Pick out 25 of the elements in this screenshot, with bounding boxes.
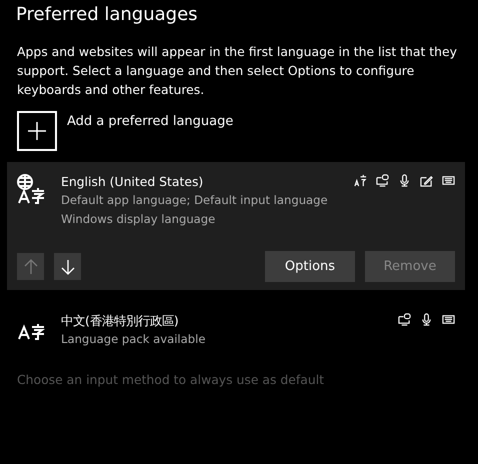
- keyboard-icon: [442, 174, 455, 187]
- page-title: Preferred languages: [16, 4, 199, 25]
- language-item[interactable]: 中文(香港特別行政區) Language pack available: [7, 301, 465, 357]
- add-language-button[interactable]: [17, 111, 57, 151]
- description-text: Apps and websites will appear in the first language in the list that they support. Select a language and then select Options to configure keyboards and other features.: [17, 43, 458, 99]
- language-detail: Language pack available: [61, 331, 206, 348]
- microphone-icon: [420, 313, 433, 326]
- language-icon: [17, 323, 45, 340]
- language-icon: [17, 174, 45, 204]
- keyboard-icon: [442, 313, 455, 326]
- language-name: English (United States): [61, 173, 204, 191]
- move-down-button[interactable]: [54, 253, 81, 280]
- language-detail: Windows display language: [61, 211, 216, 228]
- language-name: 中文(香港特別行政區): [61, 312, 180, 330]
- up-arrow-icon: [24, 258, 38, 274]
- microphone-icon: [398, 174, 411, 187]
- display-icon: [376, 174, 389, 187]
- handwriting-icon: [420, 174, 433, 187]
- down-arrow-icon: [60, 258, 74, 274]
- plus-icon: [27, 121, 47, 141]
- add-language-label[interactable]: Add a preferred language: [67, 114, 234, 129]
- language-detail: Default app language; Default input language: [61, 192, 329, 209]
- display-icon: [398, 313, 411, 326]
- options-button[interactable]: Options: [265, 251, 355, 282]
- text-to-speech-icon: [354, 174, 367, 187]
